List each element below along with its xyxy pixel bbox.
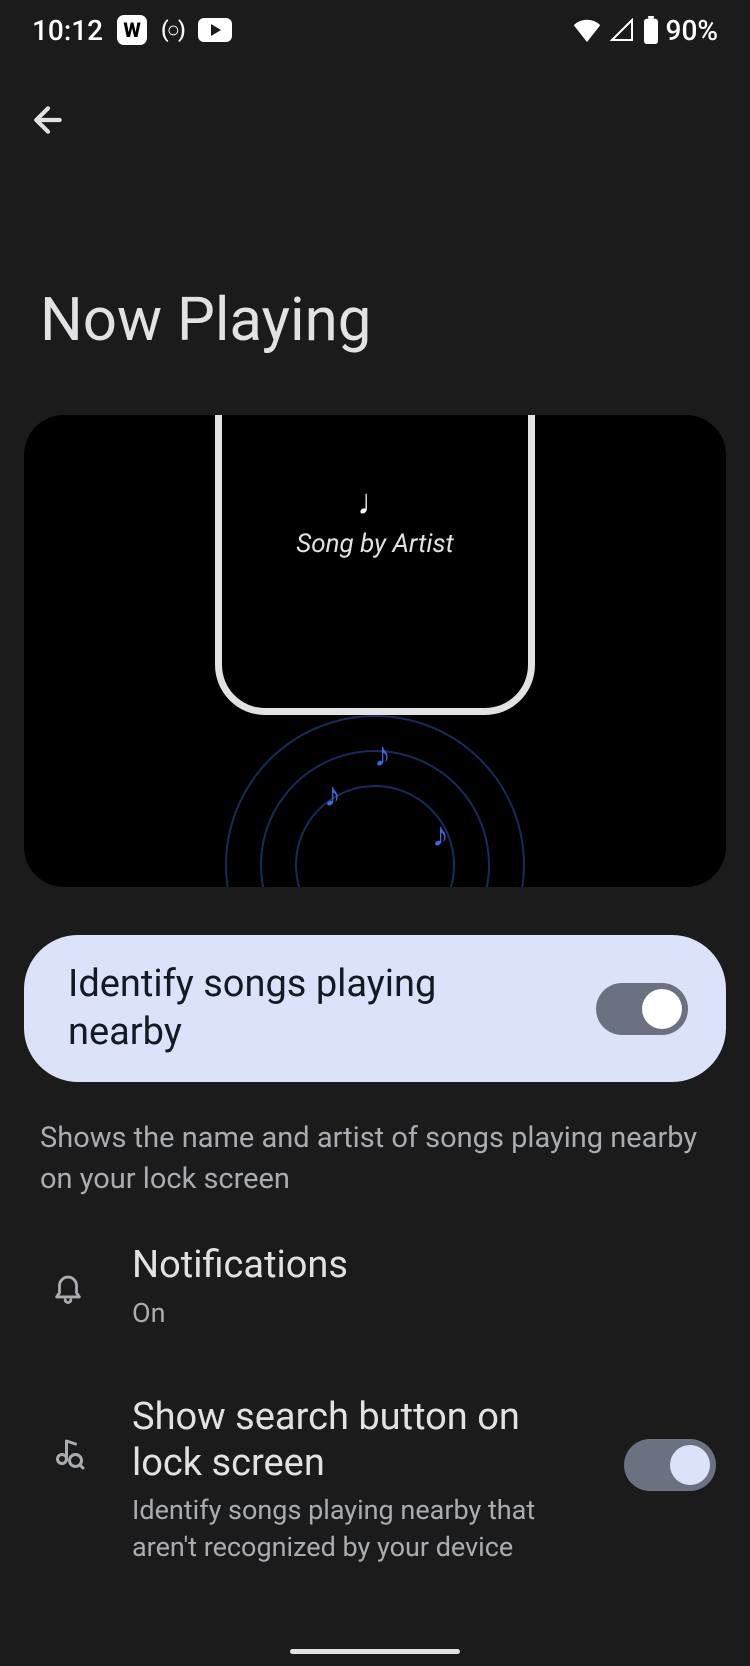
notifications-title: Notifications	[132, 1243, 716, 1289]
music-note-icon: ♪	[432, 815, 449, 855]
search-button-subtitle: Identify songs playing nearby that aren'…	[132, 1492, 568, 1565]
search-button-title: Show search button on lock screen	[132, 1395, 568, 1486]
identify-songs-label: Identify songs playing nearby	[68, 961, 508, 1056]
back-arrow-icon[interactable]	[28, 100, 68, 140]
music-note-icon: ♩	[357, 481, 393, 523]
notifications-value: On	[132, 1295, 716, 1331]
youtube-icon	[198, 18, 232, 42]
identify-songs-toggle-row[interactable]: Identify songs playing nearby	[24, 935, 726, 1082]
music-note-icon: ♪	[324, 775, 341, 815]
bell-icon	[51, 1268, 85, 1306]
app-badge-w-icon: W	[117, 15, 147, 45]
now-playing-illustration: ♩ Song by Artist ♪ ♪ ♪	[24, 415, 726, 887]
status-bar: 10:12 W (○) 90%	[0, 0, 750, 60]
search-button-row[interactable]: Show search button on lock screen Identi…	[0, 1331, 750, 1565]
page-title: Now Playing	[0, 144, 750, 415]
signal-icon	[608, 18, 636, 42]
music-note-icon: ♪	[374, 735, 391, 775]
identify-songs-switch[interactable]	[596, 983, 688, 1035]
battery-icon	[642, 16, 660, 44]
search-button-switch[interactable]	[624, 1439, 716, 1491]
status-time: 10:12	[32, 14, 103, 47]
broadcast-icon: (○)	[161, 17, 184, 43]
notifications-row[interactable]: Notifications On	[0, 1199, 750, 1331]
illustration-caption: Song by Artist	[296, 529, 453, 559]
home-indicator[interactable]	[290, 1649, 460, 1654]
battery-percentage: 90%	[666, 14, 718, 47]
wifi-icon	[572, 18, 602, 42]
ripple-icon	[205, 695, 545, 887]
music-search-icon	[50, 1435, 86, 1471]
identify-songs-description: Shows the name and artist of songs playi…	[0, 1082, 750, 1199]
